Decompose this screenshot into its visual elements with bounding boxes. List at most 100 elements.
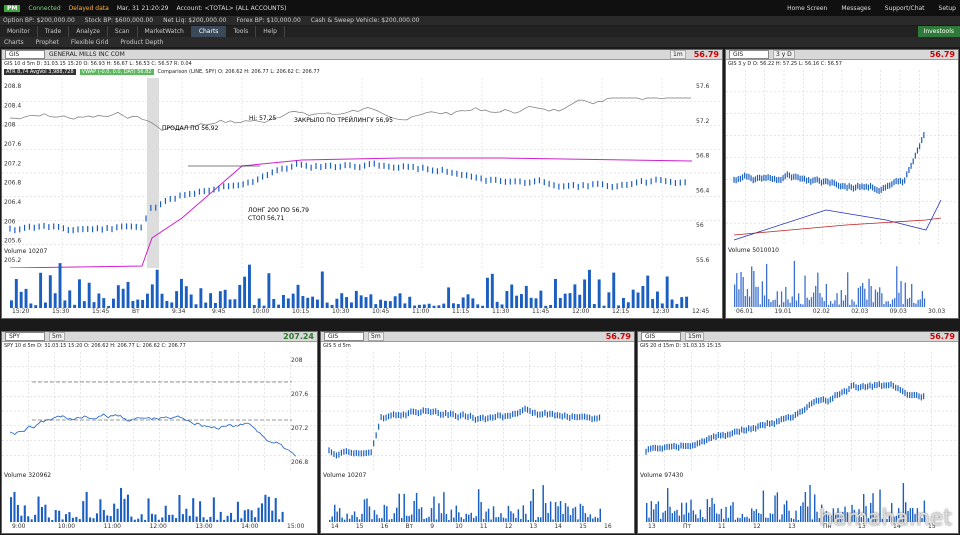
volume-bar — [840, 290, 842, 307]
comparison-label: Comparison (LINE, SPY) O: 206.62 H: 206.… — [157, 69, 320, 75]
home-screen-button[interactable]: Home Screen — [787, 5, 827, 12]
volume-bar — [894, 298, 896, 307]
gis20d-price-chart[interactable] — [638, 352, 958, 470]
spy-volume-label: Volume 320962 — [4, 472, 52, 479]
volume-bar — [383, 504, 386, 522]
subnav-flexible-grid[interactable]: Flexible Grid — [71, 39, 109, 46]
delayed-status: Delayed data — [68, 4, 109, 12]
volume-bar — [482, 519, 485, 522]
volume-bar — [739, 518, 741, 522]
volume-bar — [37, 496, 40, 522]
volume-bar — [767, 517, 769, 522]
x-tick-label: 13 — [529, 523, 538, 530]
spy-price-chart[interactable]: 208 207.6 207.2 206.8 — [2, 352, 317, 470]
volume-bar — [825, 283, 828, 307]
volume-bar — [681, 502, 683, 522]
y-tick-label: 208.8 — [4, 83, 21, 90]
hi-label: Hi: 57.25 — [249, 115, 276, 122]
volume-bar — [713, 503, 716, 522]
volume-bar — [243, 276, 247, 308]
company-name: GENERAL MILLS INC COM — [49, 51, 125, 58]
gis5d-period-button[interactable]: 5m — [368, 332, 384, 341]
volume-bar — [87, 282, 91, 308]
volume-bar — [243, 510, 246, 522]
volume-bar — [301, 296, 305, 308]
spy-period-button[interactable]: 5m — [49, 332, 65, 341]
volume-bar — [836, 293, 838, 307]
volume-bar — [760, 513, 762, 522]
daily-symbol-input[interactable]: GIS — [729, 50, 769, 59]
volume-bar — [233, 519, 236, 522]
symbol-input[interactable]: GIS — [5, 50, 45, 59]
spy-info: SPY 10 d 5m D: 31.03.15 15:20 O: 206.62 … — [2, 342, 317, 350]
tab-analyze[interactable]: Analyze — [69, 26, 108, 37]
tab-scan[interactable]: Scan — [108, 26, 138, 37]
volume-bar — [579, 503, 582, 522]
x-tick-label: 11:30 — [492, 308, 510, 315]
daily-price-chart[interactable] — [726, 70, 958, 245]
volume-bar — [58, 263, 62, 308]
volume-bar — [209, 516, 212, 522]
volume-bar — [10, 300, 13, 308]
tab-trade[interactable]: Trade — [38, 26, 70, 37]
daily-period-button[interactable]: 3 y D — [773, 50, 795, 59]
volume-bar — [552, 519, 554, 522]
volume-bar — [346, 513, 348, 522]
volume-bar — [188, 515, 191, 522]
support-button[interactable]: Support/Chat — [885, 5, 925, 12]
volume-bar — [465, 513, 467, 522]
forex-bp: Forex BP: $10,000.00 — [236, 17, 301, 24]
x-tick-label: 12 — [504, 523, 513, 530]
messages-button[interactable]: Messages — [841, 5, 870, 12]
volume-bar — [106, 515, 109, 522]
gis20d-symbol-input[interactable]: GIS — [641, 332, 681, 341]
volume-bar — [102, 298, 106, 308]
gis5d-symbol-input[interactable]: GIS — [324, 332, 364, 341]
volume-bar — [34, 514, 37, 522]
x-tick-label: 10:00 — [252, 308, 270, 315]
volume-bar — [428, 516, 430, 522]
subnav-charts[interactable]: Charts — [4, 39, 24, 46]
volume-bar — [396, 507, 398, 522]
tab-help[interactable]: Help — [256, 26, 285, 37]
volume-bar — [47, 517, 50, 522]
vwap-line — [9, 157, 693, 268]
volume-bar — [821, 297, 823, 307]
volume-bar — [505, 290, 509, 308]
spy-price-line — [9, 413, 296, 457]
volume-bar — [795, 300, 798, 307]
volume-bar — [688, 512, 690, 522]
volume-bar — [345, 297, 349, 308]
volume-bar — [791, 296, 793, 307]
setup-button[interactable]: Setup — [939, 5, 956, 12]
gis20d-volume-label: Volume 97430 — [640, 472, 684, 479]
volume-bar — [189, 294, 193, 308]
gis5d-price-chart[interactable] — [321, 352, 634, 470]
account-selector[interactable]: Account: <TOTAL> (ALL ACCOUNTS) — [176, 5, 286, 12]
volume-bar — [582, 505, 584, 522]
investools-link[interactable]: Investools — [917, 26, 960, 37]
volume-bar — [597, 279, 601, 308]
tab-tools[interactable]: Tools — [226, 26, 257, 37]
gis20d-period-button[interactable]: 15m — [685, 332, 705, 341]
tab-monitor[interactable]: Monitor — [0, 26, 38, 37]
subnav-prophet[interactable]: Prophet — [36, 39, 59, 46]
main-price-chart[interactable]: 208.8 208.4 208 207.6 207.2 206.8 206.4 206 205.… — [2, 78, 722, 268]
volume-bar — [39, 272, 43, 308]
tab-marketwatch[interactable]: MarketWatch — [138, 26, 192, 37]
tab-charts[interactable]: Charts — [191, 26, 227, 37]
volume-bar — [336, 511, 338, 522]
volume-bar — [662, 512, 664, 522]
volume-bar — [532, 489, 534, 522]
volume-bar — [906, 299, 909, 307]
volume-bar — [379, 299, 383, 308]
gis5d-header: GIS 5m 56.79 — [321, 332, 634, 342]
y-tick-label: 208 — [291, 357, 303, 364]
volume-bar — [102, 510, 105, 522]
volume-bar — [578, 294, 582, 308]
volume-bar — [706, 499, 709, 522]
period-button[interactable]: 1m — [670, 50, 686, 59]
subnav-product-depth[interactable]: Product Depth — [120, 39, 163, 46]
volume-bar — [463, 519, 465, 522]
spy-symbol-input[interactable]: SPY — [5, 332, 45, 341]
